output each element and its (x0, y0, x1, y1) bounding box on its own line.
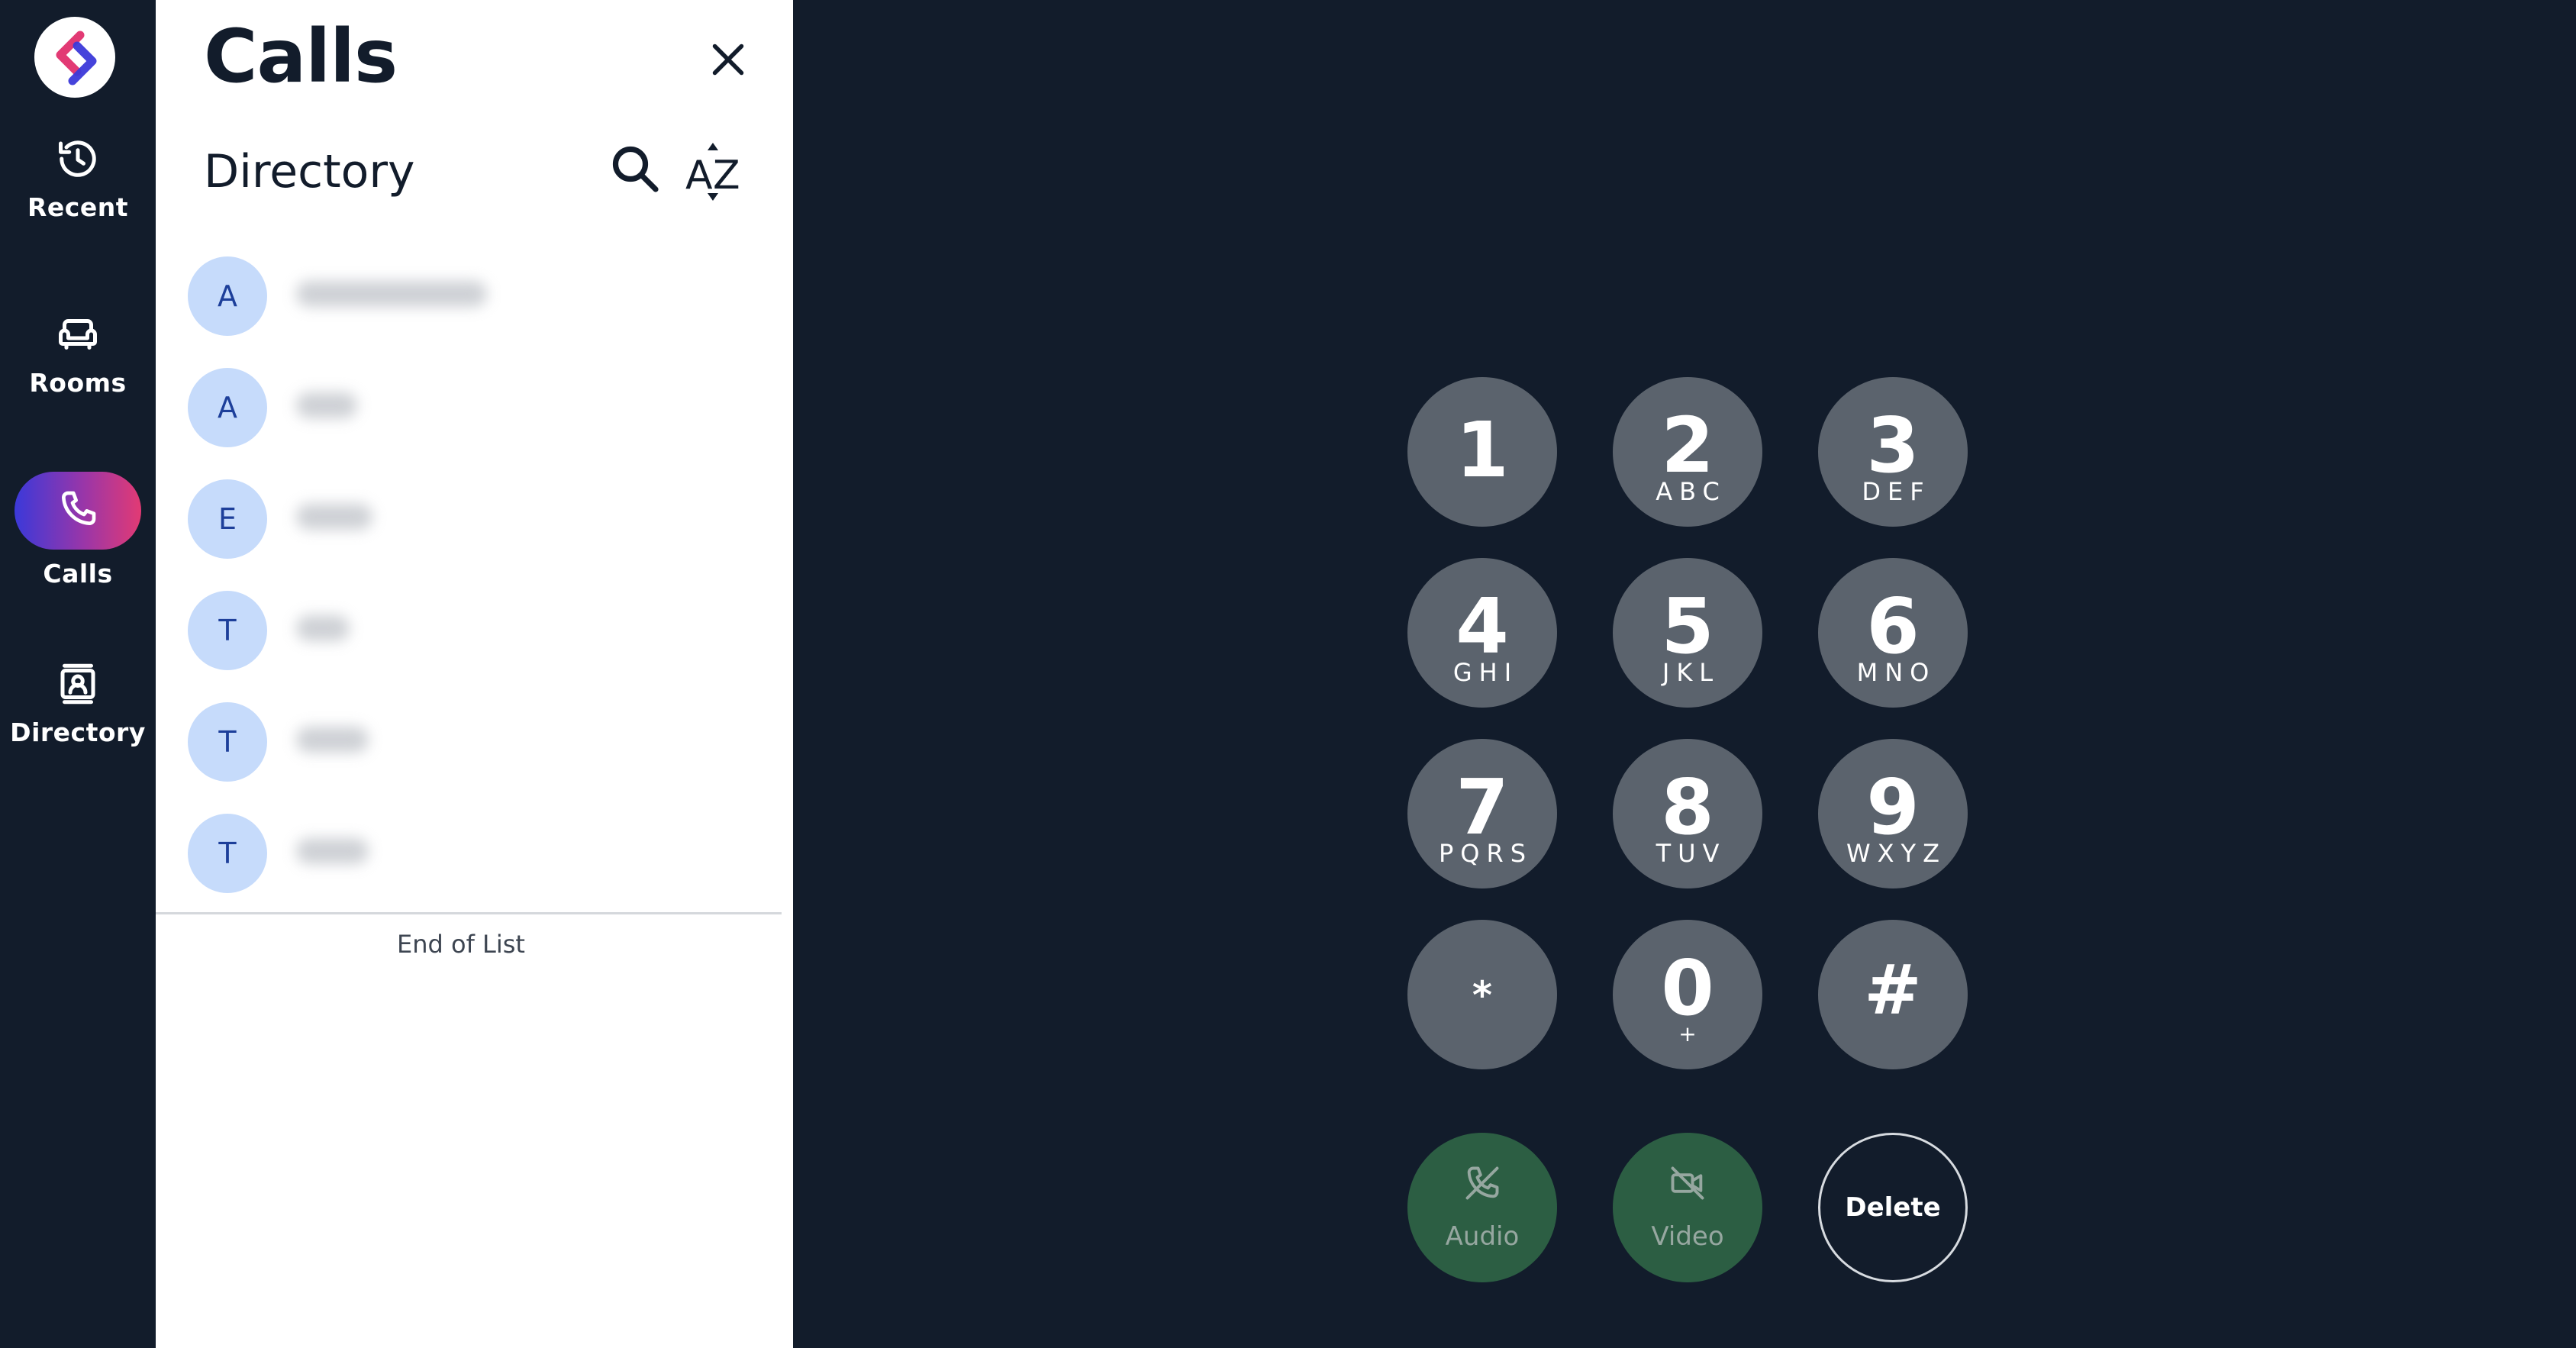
delete-button[interactable]: Delete (1818, 1133, 1968, 1282)
key-digit: 1 (1456, 405, 1509, 495)
avatar: E (188, 479, 267, 559)
key-digit: 7 (1456, 763, 1509, 852)
list-item[interactable]: E (156, 475, 782, 586)
key-letters: GHI (1452, 658, 1519, 687)
history-icon (0, 136, 156, 182)
key-9[interactable]: 9 WXYZ (1818, 739, 1968, 888)
key-1[interactable]: 1 (1407, 377, 1557, 527)
end-of-list-text: End of List (397, 930, 525, 959)
key-digit: 3 (1866, 401, 1920, 490)
sort-az-icon[interactable]: A Z (682, 141, 745, 202)
key-hash[interactable]: # (1818, 920, 1968, 1069)
section-title: Directory (204, 145, 415, 198)
avatar: T (188, 591, 267, 670)
list-item[interactable]: T (156, 809, 782, 921)
phone-off-icon (1465, 1166, 1499, 1200)
list-item[interactable]: A (156, 363, 782, 475)
key-2[interactable]: 2 ABC (1613, 377, 1762, 527)
contact-card-icon (0, 661, 156, 707)
nav-item-recent[interactable]: Recent (0, 136, 156, 222)
key-6[interactable]: 6 MNO (1818, 558, 1968, 708)
nav-item-calls[interactable]: Calls (0, 472, 156, 589)
contact-name-redacted (296, 838, 369, 864)
contact-name-redacted (296, 615, 350, 641)
contact-name-redacted (296, 727, 369, 753)
key-5[interactable]: 5 JKL (1613, 558, 1762, 708)
key-letters: JKL (1662, 658, 1720, 687)
nav-item-directory[interactable]: Directory (0, 661, 156, 747)
key-digit: 0 (1661, 943, 1714, 1033)
audio-call-button[interactable]: Audio (1407, 1133, 1557, 1282)
key-digit: 6 (1866, 582, 1920, 671)
close-icon[interactable] (705, 37, 751, 82)
list-item[interactable]: A (156, 252, 782, 363)
nav-rail: Recent Rooms Calls Directory (0, 0, 156, 1348)
avatar: T (188, 814, 267, 893)
key-digit: 4 (1456, 582, 1509, 671)
key-letters: DEF (1862, 477, 1931, 506)
contact-name-redacted (296, 504, 372, 530)
avatar: A (188, 368, 267, 447)
list-item[interactable]: T (156, 586, 782, 698)
key-0[interactable]: 0 + (1613, 920, 1762, 1069)
video-call-button[interactable]: Video (1613, 1133, 1762, 1282)
page-title: Calls (204, 14, 398, 99)
key-7[interactable]: 7 PQRS (1407, 739, 1557, 888)
avatar: T (188, 702, 267, 782)
key-digit: * (1472, 973, 1493, 1017)
key-8[interactable]: 8 TUV (1613, 739, 1762, 888)
key-letters: TUV (1656, 839, 1726, 868)
active-indicator (15, 472, 141, 550)
key-4[interactable]: 4 GHI (1407, 558, 1557, 708)
phone-icon (56, 488, 99, 534)
key-digit: # (1864, 950, 1922, 1030)
key-digit: 5 (1661, 582, 1714, 671)
contact-name-redacted (296, 392, 357, 418)
key-letters: PQRS (1438, 839, 1533, 868)
key-letters: MNO (1856, 658, 1936, 687)
key-letters: WXYZ (1846, 839, 1947, 868)
calls-panel: Calls Directory A Z A A E T T T End of L… (156, 0, 793, 1348)
video-call-label: Video (1651, 1221, 1724, 1252)
couch-icon (0, 311, 156, 357)
nav-item-rooms[interactable]: Rooms (0, 311, 156, 398)
contact-list: A A E T T T (156, 252, 782, 921)
nav-item-label: Calls (43, 559, 113, 589)
key-star[interactable]: * (1407, 920, 1557, 1069)
list-divider (156, 912, 782, 914)
app-logo-icon[interactable] (34, 17, 115, 98)
svg-text:Z: Z (713, 153, 740, 198)
key-digit: 9 (1866, 763, 1920, 852)
nav-item-label: Rooms (29, 368, 127, 398)
avatar: A (188, 256, 267, 336)
key-digit: 2 (1661, 401, 1714, 490)
nav-item-label: Recent (27, 192, 128, 222)
nav-item-label: Directory (10, 718, 146, 747)
video-off-icon (1671, 1166, 1704, 1200)
list-item[interactable]: T (156, 698, 782, 809)
svg-text:A: A (685, 153, 713, 198)
audio-call-label: Audio (1445, 1221, 1520, 1252)
key-letters: ABC (1656, 477, 1726, 506)
search-icon[interactable] (608, 141, 663, 196)
contact-name-redacted (296, 281, 487, 307)
key-digit: 8 (1661, 763, 1714, 852)
key-letters: + (1678, 1021, 1697, 1046)
key-3[interactable]: 3 DEF (1818, 377, 1968, 527)
